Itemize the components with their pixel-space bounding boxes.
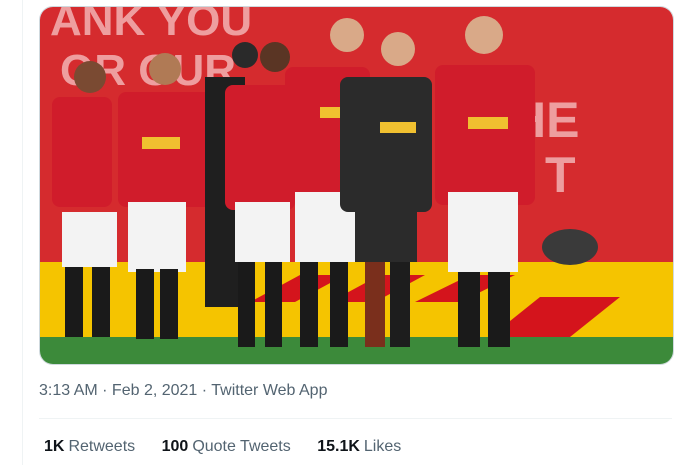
svg-text:ANK YOU: ANK YOU bbox=[50, 7, 252, 45]
retweets-label: Retweets bbox=[68, 438, 136, 455]
timeline-border bbox=[22, 0, 23, 465]
retweets-count: 1K bbox=[44, 438, 65, 455]
tweet-photo[interactable]: ANK YOU OR OUR HE T bbox=[39, 6, 674, 365]
stats-divider bbox=[39, 418, 672, 419]
tweet-stats: 1K Retweets 100 Quote Tweets 15.1K Likes bbox=[44, 438, 423, 456]
tweet-timestamp[interactable]: 3:13 AM · Feb 2, 2021 bbox=[39, 382, 197, 399]
meta-separator: · bbox=[197, 382, 212, 399]
quote-tweets-count: 100 bbox=[161, 438, 189, 455]
svg-text:T: T bbox=[545, 147, 576, 203]
retweets-stat[interactable]: 1K Retweets bbox=[44, 438, 135, 455]
quote-tweets-stat[interactable]: 100 Quote Tweets bbox=[162, 438, 291, 455]
quote-tweets-label: Quote Tweets bbox=[192, 438, 291, 455]
likes-count: 15.1K bbox=[317, 438, 360, 455]
tweet-source[interactable]: Twitter Web App bbox=[211, 382, 327, 399]
tweet-meta: 3:13 AM · Feb 2, 2021 · Twitter Web App bbox=[39, 382, 327, 400]
team-photo-illustration: ANK YOU OR OUR HE T bbox=[40, 7, 673, 364]
likes-label: Likes bbox=[363, 438, 402, 455]
likes-stat[interactable]: 15.1K Likes bbox=[317, 438, 401, 455]
